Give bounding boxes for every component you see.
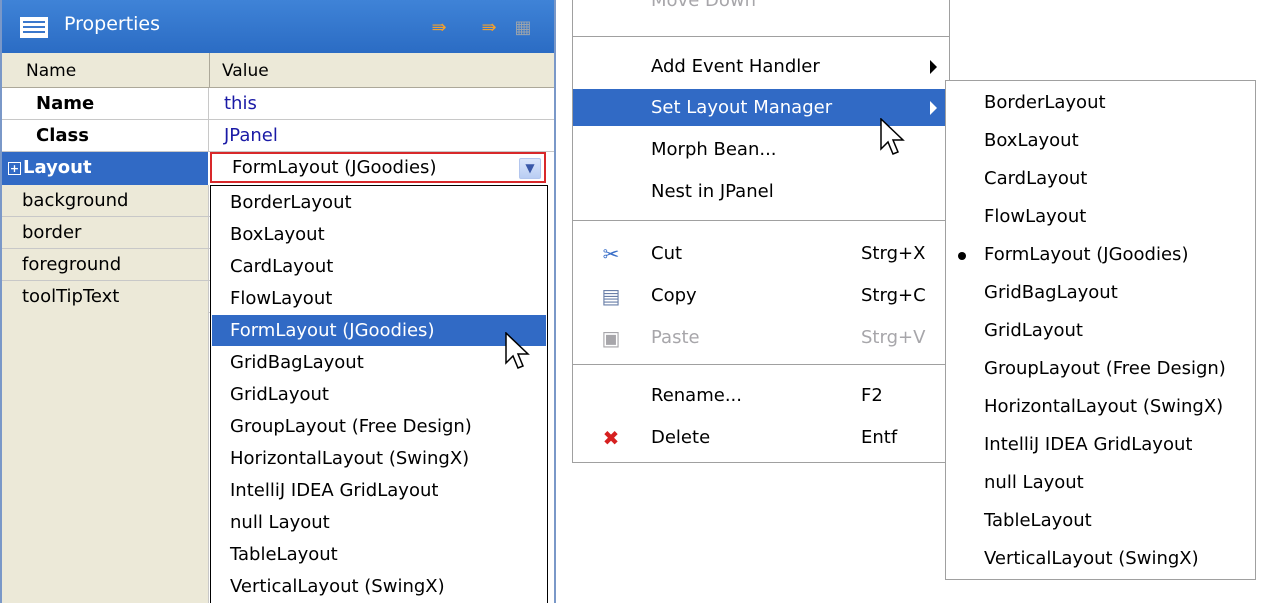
property-row-layout[interactable]: + Layout	[2, 152, 208, 185]
expand-plus-icon[interactable]: +	[8, 162, 21, 175]
expand-arrow-icon[interactable]: ⇛	[428, 18, 450, 38]
submenu-item[interactable]: BorderLayout	[946, 85, 1255, 122]
property-row-tooltiptext[interactable]: toolTipText	[2, 281, 210, 313]
properties-panel: Properties ⇛ ⇛ ▦ Name Value Name this Cl…	[0, 0, 556, 603]
column-header-value[interactable]: Value	[222, 61, 269, 81]
property-name: Layout	[23, 157, 92, 178]
menu-item-cut[interactable]: ✂ Cut Strg+X	[573, 235, 949, 272]
submenu-item[interactable]: VerticalLayout (SwingX)	[946, 541, 1255, 578]
property-value[interactable]: JPanel	[224, 125, 278, 146]
submenu-item[interactable]: null Layout	[946, 465, 1255, 502]
submenu-item[interactable]: TableLayout	[946, 503, 1255, 540]
property-empty-area	[2, 312, 209, 603]
dropdown-option[interactable]: TableLayout	[212, 539, 546, 570]
submenu-item[interactable]: CardLayout	[946, 161, 1255, 198]
column-header-name[interactable]: Name	[26, 61, 76, 81]
scissors-icon: ✂	[602, 242, 620, 266]
property-name: background	[22, 190, 129, 211]
mouse-pointer-icon	[505, 332, 530, 369]
dropdown-option[interactable]: GridBagLayout	[212, 347, 546, 378]
radio-dot-icon	[958, 252, 966, 260]
property-row-name[interactable]: Name this	[2, 88, 554, 120]
menu-item-nest-in-jpanel[interactable]: Nest in JPanel	[573, 173, 949, 210]
submenu-arrow-icon	[930, 60, 937, 74]
combo-value: FormLayout (JGoodies)	[232, 157, 437, 178]
dropdown-option-selected[interactable]: FormLayout (JGoodies)	[212, 315, 546, 346]
property-row-background[interactable]: background	[2, 185, 210, 217]
dropdown-option[interactable]: GridLayout	[212, 379, 546, 410]
property-name: foreground	[22, 254, 122, 275]
menu-item-move-down: Move Down	[651, 0, 756, 11]
layout-dropdown-list: BorderLayout BoxLayout CardLayout FlowLa…	[210, 185, 548, 603]
context-menu: Move Down Add Event Handler Set Layout M…	[572, 0, 950, 463]
dropdown-option[interactable]: null Layout	[212, 507, 546, 538]
menu-item-add-event-handler[interactable]: Add Event Handler	[573, 48, 949, 85]
paste-icon: ▣	[601, 326, 621, 350]
submenu-item-checked[interactable]: FormLayout (JGoodies)	[946, 237, 1255, 274]
dropdown-option[interactable]: VerticalLayout (SwingX)	[212, 571, 546, 602]
property-row-foreground[interactable]: foreground	[2, 249, 210, 281]
menu-item-rename[interactable]: Rename... F2	[573, 377, 949, 414]
property-name: toolTipText	[22, 286, 120, 307]
mouse-pointer-icon	[880, 118, 905, 155]
properties-title-bar: Properties ⇛ ⇛ ▦	[2, 0, 554, 53]
submenu-arrow-icon	[930, 101, 937, 115]
submenu-item[interactable]: IntelliJ IDEA GridLayout	[946, 427, 1255, 464]
property-row-class[interactable]: Class JPanel	[2, 120, 554, 152]
dropdown-option[interactable]: GroupLayout (Free Design)	[212, 411, 546, 442]
submenu-item[interactable]: FlowLayout	[946, 199, 1255, 236]
property-value[interactable]: this	[224, 93, 257, 114]
submenu-item[interactable]: GridBagLayout	[946, 275, 1255, 312]
collapse-arrow-icon[interactable]: ⇛	[478, 18, 500, 38]
property-name: border	[22, 222, 82, 243]
copy-icon: ▤	[601, 284, 621, 308]
delete-icon: ✖	[602, 426, 620, 450]
submenu-item[interactable]: GroupLayout (Free Design)	[946, 351, 1255, 388]
menu-item-delete[interactable]: ✖ Delete Entf	[573, 419, 949, 456]
submenu-item[interactable]: BoxLayout	[946, 123, 1255, 160]
dropdown-option[interactable]: IntelliJ IDEA GridLayout	[212, 475, 546, 506]
dropdown-option[interactable]: BoxLayout	[212, 219, 546, 250]
dropdown-option[interactable]: FlowLayout	[212, 283, 546, 314]
dropdown-option[interactable]: HorizontalLayout (SwingX)	[212, 443, 546, 474]
menu-item-copy[interactable]: ▤ Copy Strg+C	[573, 277, 949, 314]
properties-header: Name Value	[2, 53, 554, 88]
dropdown-option[interactable]: CardLayout	[212, 251, 546, 282]
property-name: Class	[36, 125, 89, 146]
properties-title: Properties	[64, 13, 161, 35]
layout-combo-box[interactable]: FormLayout (JGoodies) ▼	[210, 152, 546, 183]
submenu-item[interactable]: GridLayout	[946, 313, 1255, 350]
layout-manager-submenu: BorderLayout BoxLayout CardLayout FlowLa…	[945, 80, 1256, 580]
chevron-down-icon[interactable]: ▼	[519, 158, 541, 179]
submenu-item[interactable]: HorizontalLayout (SwingX)	[946, 389, 1255, 426]
menu-item-paste: ▣ Paste Strg+V	[573, 319, 949, 356]
dropdown-option[interactable]: BorderLayout	[212, 187, 546, 218]
property-name: Name	[36, 93, 95, 114]
view-icon[interactable]: ▦	[512, 18, 534, 38]
properties-icon	[20, 17, 48, 38]
property-row-border[interactable]: border	[2, 217, 210, 249]
